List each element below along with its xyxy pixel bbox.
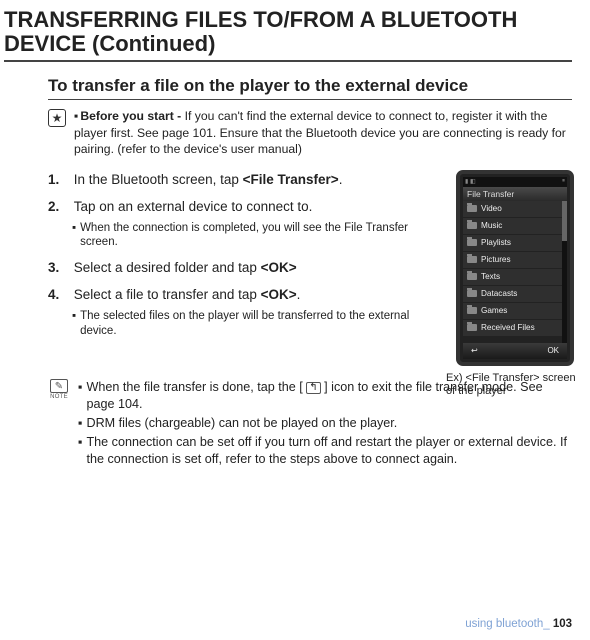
- step-2: Tap on an external device to connect to.: [74, 199, 424, 216]
- device-item-texts: Texts: [463, 269, 567, 286]
- step-list: 1. In the Bluetooth screen, tap <File Tr…: [48, 172, 428, 339]
- device-item-music: Music: [463, 218, 567, 235]
- device-item-received: Received Files: [463, 320, 567, 337]
- section-heading: To transfer a file on the player to the …: [48, 76, 572, 100]
- page-heading: TRANSFERRING FILES TO/FROM A BLUETOOTH D…: [4, 8, 572, 62]
- device-caption: Ex) <File Transfer> screen of the player: [446, 372, 576, 398]
- device-item-games: Games: [463, 303, 567, 320]
- step-4: Select a file to transfer and tap <OK>.: [74, 287, 424, 304]
- star-icon: ★: [48, 109, 66, 127]
- device-title: File Transfer: [463, 187, 567, 201]
- device-mockup: ▮ ◧⏸ File Transfer Video Music Playlists…: [456, 170, 574, 366]
- step-1: In the Bluetooth screen, tap <File Trans…: [74, 172, 424, 189]
- before-start-text: ▪Before you start - If you can't find th…: [74, 108, 572, 157]
- device-ok-label: OK: [547, 346, 559, 355]
- device-scrollbar: [562, 201, 567, 343]
- back-arrow-icon: ↰: [306, 382, 320, 394]
- device-item-datacasts: Datacasts: [463, 286, 567, 303]
- device-back-icon: ↩: [471, 346, 478, 355]
- note-icon: ✎ NOTE: [48, 379, 70, 400]
- device-item-pictures: Pictures: [463, 252, 567, 269]
- device-item-video: Video: [463, 201, 567, 218]
- step-3: Select a desired folder and tap <OK>: [74, 260, 424, 277]
- device-item-playlists: Playlists: [463, 235, 567, 252]
- page-footer: using bluetooth_ 103: [465, 618, 572, 630]
